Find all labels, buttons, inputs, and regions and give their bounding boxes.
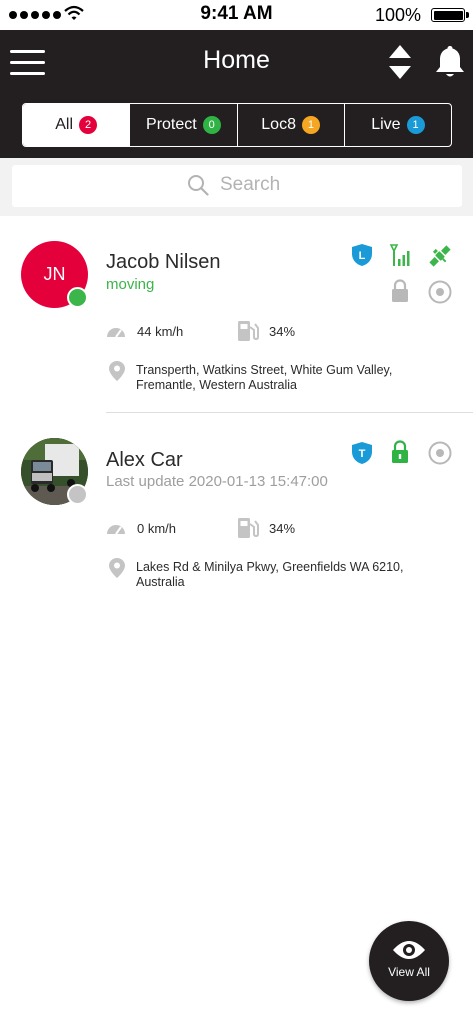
tab-loc8-count-badge: 1	[301, 116, 320, 134]
tab-live-label: Live	[371, 116, 401, 133]
search-placeholder: Search	[220, 174, 281, 195]
app-header: Home All 2 Protect 0 Loc8 1 Live 1	[0, 30, 473, 158]
divider	[106, 412, 473, 413]
tab-protect[interactable]: Protect 0	[129, 104, 236, 146]
shield-badge-letter: L	[359, 250, 366, 262]
tab-loc8-label: Loc8	[261, 116, 296, 133]
tab-live[interactable]: Live 1	[343, 104, 451, 146]
eye-icon	[393, 941, 425, 959]
battery-percent: 100%	[374, 5, 421, 25]
shield-l-icon[interactable]: L	[351, 243, 373, 267]
last-update-text: Last update 2020-01-13 15:47:00	[106, 473, 328, 490]
vehicle-name: Jacob Nilsen	[106, 251, 221, 273]
speed-value: 0 km/h	[137, 520, 177, 536]
status-bar: 9:41 AM 100%	[0, 0, 473, 30]
fuel-value: 34%	[269, 520, 296, 536]
battery-tip	[466, 12, 469, 18]
lock-icon[interactable]	[391, 279, 409, 303]
notification-bell-icon[interactable]	[434, 44, 466, 80]
tab-all-label: All	[55, 116, 74, 133]
fuel-stat: 34%	[237, 320, 295, 342]
vehicle-card-jacob-nilsen[interactable]: JN Jacob Nilsen moving L 44 km/h 34% Tra…	[0, 216, 473, 414]
shield-t-icon[interactable]: T	[351, 441, 373, 465]
tab-all-count-badge: 2	[79, 116, 98, 134]
avatar-initials: JN	[43, 264, 66, 284]
lock-icon[interactable]	[391, 440, 409, 464]
fuel-pump-icon	[238, 321, 259, 341]
tab-all[interactable]: All 2	[23, 104, 130, 146]
view-all-label: View All	[388, 965, 430, 979]
satellite-icon	[429, 245, 451, 267]
fuel-value: 34%	[269, 323, 296, 339]
vehicle-name: Alex Car	[106, 449, 183, 471]
vehicle-address: Lakes Rd & Minilya Pkwy, Greenfields WA …	[136, 560, 404, 589]
search-icon	[188, 175, 209, 196]
offline-status-dot	[67, 484, 88, 505]
speedometer-icon	[107, 525, 125, 535]
search-bar-container: Search	[0, 158, 473, 216]
vehicle-card-alex-car[interactable]: Alex Car Last update 2020-01-13 15:47:00…	[0, 414, 473, 604]
filter-tabs: All 2 Protect 0 Loc8 1 Live 1	[22, 103, 452, 147]
fuel-stat: 34%	[237, 517, 295, 539]
locate-target-icon[interactable]	[428, 280, 452, 304]
speed-value: 44 km/h	[137, 323, 184, 339]
tab-loc8[interactable]: Loc8 1	[236, 104, 344, 146]
fuel-pump-icon	[238, 518, 259, 538]
tab-protect-label: Protect	[146, 116, 197, 133]
location-pin-icon	[109, 361, 125, 381]
shield-badge-letter: T	[359, 448, 366, 460]
signal-tower-icon	[389, 244, 410, 266]
search-input[interactable]: Search	[12, 165, 462, 207]
vehicle-status: moving	[106, 276, 155, 293]
location-pin-icon	[109, 558, 125, 578]
online-status-dot	[67, 287, 88, 308]
locate-target-icon[interactable]	[428, 441, 452, 465]
speed-stat: 44 km/h	[105, 322, 183, 340]
speedometer-icon	[107, 328, 125, 338]
battery-icon	[431, 8, 465, 22]
tab-live-count-badge: 1	[406, 116, 425, 134]
vehicle-address: Transperth, Watkins Street, White Gum Va…	[136, 363, 393, 392]
sort-icon[interactable]	[388, 44, 412, 80]
view-all-button[interactable]: View All	[369, 921, 449, 1001]
tab-protect-count-badge: 0	[202, 116, 221, 134]
speed-stat: 0 km/h	[105, 519, 176, 537]
